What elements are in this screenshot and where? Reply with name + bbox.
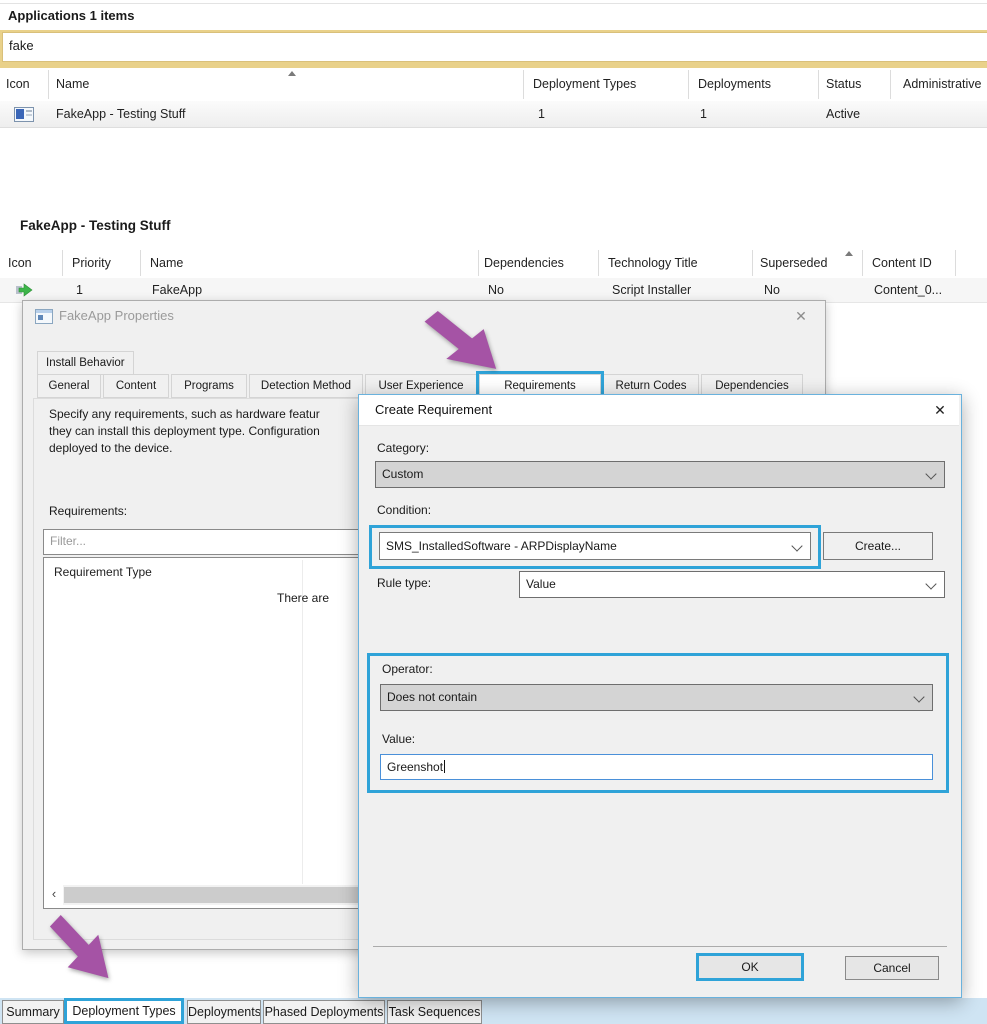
requirements-description-line1: Specify any requirements, such as hardwa… [49,407,320,421]
requirements-label: Requirements: [49,504,127,518]
col-dt-dependencies[interactable]: Dependencies [484,248,564,278]
tab-deployments[interactable]: Deployments [187,1000,261,1024]
rule-type-label: Rule type: [377,576,431,590]
pane-top-border [0,3,987,4]
tab-content[interactable]: Content [103,374,169,398]
ok-button[interactable]: OK [696,953,804,981]
button-separator [373,946,947,947]
condition-label: Condition: [377,503,431,517]
tab-task-sequences[interactable]: Task Sequences [387,1000,482,1024]
chevron-down-icon [925,578,936,589]
application-name: FakeApp - Testing Stuff [56,101,185,127]
close-icon[interactable]: ✕ [929,399,951,421]
cancel-button[interactable]: Cancel [845,956,939,980]
application-status: Active [826,101,860,127]
col-dt-technology-title[interactable]: Technology Title [608,248,698,278]
properties-dialog-title: FakeApp Properties [59,308,174,323]
col-name[interactable]: Name [56,68,89,100]
col-dt-content-id[interactable]: Content ID [872,248,932,278]
search-input[interactable]: fake [2,32,987,62]
dt-technology-title: Script Installer [612,278,691,302]
search-band: fake [0,30,987,68]
requirements-description-line2: they can install this deployment type. C… [49,424,320,438]
tab-detection-method[interactable]: Detection Method [249,374,363,398]
operator-label: Operator: [382,662,433,676]
application-row[interactable]: FakeApp - Testing Stuff 1 1 Active [0,101,987,128]
application-deployment-types: 1 [538,101,545,127]
tab-general[interactable]: General [37,374,101,398]
operator-dropdown[interactable]: Does not contain [380,684,933,711]
rule-type-value: Value [526,577,556,591]
col-icon[interactable]: Icon [6,68,30,100]
bottom-tab-bar: Summary Deployment Types Deployments Pha… [0,998,987,1024]
value-input[interactable]: Greenshot [380,754,933,780]
col-dt-icon[interactable]: Icon [8,248,32,278]
requirements-arrow-annotation-icon [410,300,520,388]
col-dt-name[interactable]: Name [150,248,183,278]
tab-summary[interactable]: Summary [2,1000,64,1024]
applications-pane-title: Applications 1 items [8,8,134,23]
col-administrative[interactable]: Administrative [903,68,987,100]
dt-dependencies: No [488,278,504,302]
create-requirement-dialog: Create Requirement ✕ Category: Custom Co… [358,394,962,998]
deployment-types-table-header: Icon Priority Name Dependencies Technolo… [0,248,987,279]
value-label: Value: [382,732,415,746]
operator-value: Does not contain [387,690,477,704]
col-dt-superseded[interactable]: Superseded [760,248,827,278]
dt-content-id: Content_0... [874,278,942,302]
sort-asc-icon [288,71,296,76]
requirement-type-column[interactable]: Requirement Type [54,565,152,579]
col-status[interactable]: Status [826,68,861,100]
deployment-type-icon [16,283,33,297]
sort-asc-icon [845,251,853,256]
category-value: Custom [382,467,423,481]
requirements-description-line3: deployed to the device. [49,441,172,455]
application-deployments: 1 [700,101,707,127]
chevron-down-icon [791,540,802,551]
deployment-types-arrow-annotation-icon [38,903,128,999]
condition-value: SMS_InstalledSoftware - ARPDisplayName [386,539,617,553]
scroll-left-icon[interactable]: ‹ [45,885,63,905]
application-icon [14,107,34,122]
empty-list-text: There are [277,591,329,605]
col-deployments[interactable]: Deployments [698,68,771,100]
text-caret [444,760,445,773]
value-text: Greenshot [387,760,443,774]
rule-type-dropdown[interactable]: Value [519,571,945,598]
chevron-down-icon [925,468,936,479]
tab-deployment-types[interactable]: Deployment Types [64,998,184,1024]
console-window: Applications 1 items fake Icon Name Depl… [0,0,987,1024]
create-condition-button[interactable]: Create... [823,532,933,560]
category-label: Category: [377,441,429,455]
dt-name: FakeApp [152,278,202,302]
deployment-types-pane-title: FakeApp - Testing Stuff [20,218,171,233]
tab-install-behavior[interactable]: Install Behavior [37,351,134,375]
applications-table-header: Icon Name Deployment Types Deployments S… [0,68,987,102]
dt-superseded: No [764,278,780,302]
tab-phased-deployments[interactable]: Phased Deployments [263,1000,385,1024]
close-icon[interactable]: ✕ [789,306,813,326]
create-requirement-title: Create Requirement [375,395,492,425]
col-deployment-types[interactable]: Deployment Types [533,68,636,100]
category-dropdown[interactable]: Custom [375,461,945,488]
condition-dropdown[interactable]: SMS_InstalledSoftware - ARPDisplayName [379,532,811,560]
properties-window-icon [35,309,53,324]
dt-priority: 1 [76,278,83,302]
col-dt-priority[interactable]: Priority [72,248,111,278]
highlight-box-operator-value: Operator: Does not contain Value: Greens… [367,653,949,793]
tab-programs[interactable]: Programs [171,374,247,398]
chevron-down-icon [913,691,924,702]
create-requirement-titlebar: Create Requirement ✕ [359,395,959,426]
